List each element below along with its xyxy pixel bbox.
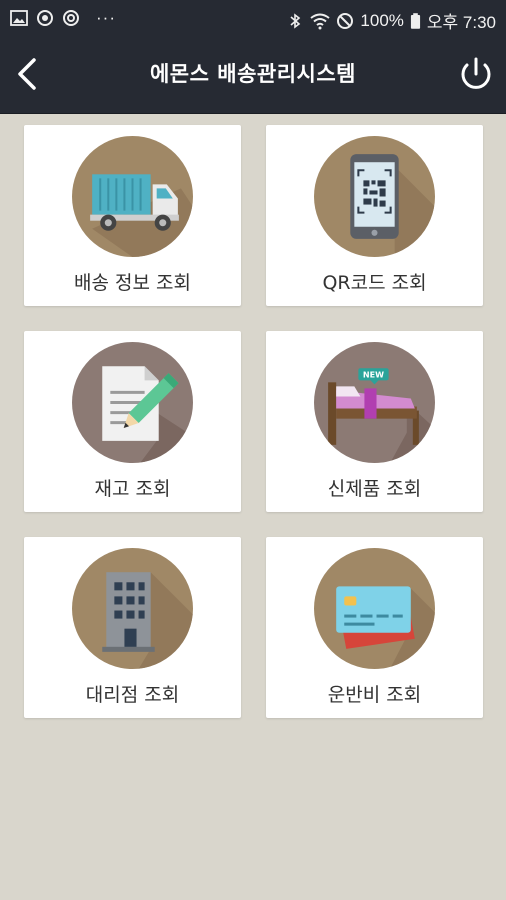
status-right: 100% 오후 7:30 xyxy=(286,8,496,33)
menu-card-label: 재고 조회 xyxy=(94,478,171,500)
menu-card-qr-code[interactable]: QR코드 조회 xyxy=(266,125,483,306)
menu-card-delivery-fee[interactable]: 운반비 조회 xyxy=(266,537,483,718)
battery-icon xyxy=(410,12,420,29)
menu-card-inventory[interactable]: 재고 조회 xyxy=(24,331,241,512)
menu-card-label: QR코드 조회 xyxy=(322,272,427,294)
more-dots-icon: ··· xyxy=(96,8,116,27)
menu-card-label: 신제품 조회 xyxy=(327,478,422,500)
battery-percent: 100% xyxy=(360,10,404,30)
gallery-icon xyxy=(10,10,28,26)
document-pencil-icon xyxy=(72,342,193,463)
menu-card-new-products[interactable]: NEW 신제품 조회 xyxy=(266,331,483,512)
sync-icon xyxy=(37,10,53,26)
clock: 오후 7:30 xyxy=(426,13,496,32)
back-button[interactable] xyxy=(8,50,52,98)
menu-card-delivery-info[interactable]: 배송 정보 조회 xyxy=(24,125,241,306)
new-badge: NEW xyxy=(363,370,384,379)
status-left: ··· xyxy=(10,8,116,28)
back-arrow-icon xyxy=(18,58,36,90)
menu-card-agency[interactable]: 대리점 조회 xyxy=(24,537,241,718)
sync-icon xyxy=(63,10,79,26)
credit-card-icon xyxy=(314,548,435,669)
menu-card-label: 대리점 조회 xyxy=(85,684,180,706)
qr-phone-icon xyxy=(314,136,435,257)
menu-card-label: 운반비 조회 xyxy=(327,684,422,706)
status-bar: ··· 100% 오후 7:30 xyxy=(0,0,506,36)
menu-card-label: 배송 정보 조회 xyxy=(74,272,191,294)
truck-icon xyxy=(72,136,193,257)
wifi-icon xyxy=(310,13,331,29)
new-bed-icon: NEW xyxy=(314,342,435,463)
bluetooth-icon xyxy=(290,12,301,29)
power-icon xyxy=(461,57,491,89)
no-signal-icon xyxy=(337,12,354,29)
app-bar: 에몬스 배송관리시스템 xyxy=(0,36,506,114)
page-title: 에몬스 배송관리시스템 xyxy=(149,62,356,86)
building-icon xyxy=(72,548,193,669)
power-button[interactable] xyxy=(452,50,500,98)
